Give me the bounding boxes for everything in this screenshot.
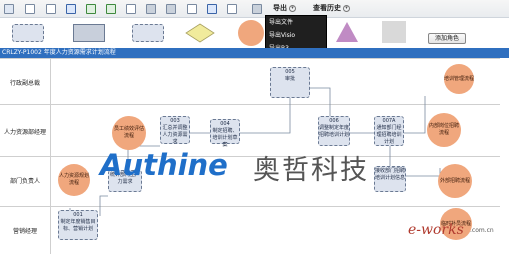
subprocess-staff-review[interactable]: 员工绩效评估流程 [112, 116, 146, 150]
copy-icon[interactable] [126, 4, 136, 14]
task-number: 005 [285, 69, 295, 75]
chevron-down-icon: ▾ [289, 4, 296, 12]
activity-shape[interactable] [132, 24, 164, 42]
eworks-watermark: e-works [408, 222, 464, 238]
import-icon[interactable] [106, 4, 116, 14]
subprocess-label: 内部岗位招聘流程 [428, 123, 459, 136]
page-icon[interactable] [227, 4, 237, 14]
task-004[interactable]: 004 制定招聘、培训计划草案 [210, 119, 240, 148]
task-label: 接收部门招聘培训计划信息 [375, 168, 406, 181]
export-menu[interactable]: 导出 ▾ [273, 3, 296, 13]
distribute-icon[interactable] [166, 4, 176, 14]
export-visio-item[interactable]: 导出Visio [266, 29, 326, 42]
subprocess-label: 外部招聘流程 [439, 177, 470, 184]
task-number: 004 [220, 121, 230, 127]
task-number: 003 [170, 118, 180, 124]
task-shape[interactable] [12, 24, 44, 42]
task-label: 制定年度销售目标、营销计划 [60, 219, 96, 232]
authine-watermark: Authine [100, 148, 228, 182]
task-005[interactable]: 005 审批 [270, 67, 310, 98]
authine-cn-watermark: 奥哲科技 [253, 155, 369, 186]
subprocess-shape[interactable] [238, 20, 264, 46]
process-title: CRLZY-P1002 年度人力资源需求计划流程 [0, 48, 509, 58]
preview-icon[interactable] [25, 4, 35, 14]
edit-icon[interactable] [66, 4, 76, 14]
task-label: 制定招聘、培训计划草案 [212, 128, 238, 148]
history-menu[interactable]: 查看历史 ▾ [313, 3, 350, 13]
subprocess-label: 人力资源规划流程 [58, 173, 89, 186]
task-number: 006 [329, 118, 339, 124]
task-003[interactable]: 003 汇总并调整人力资源需求 [160, 116, 190, 145]
subprocess-training-mgmt[interactable]: 培训管理流程 [444, 64, 474, 94]
export-file-item[interactable]: 导出文件 [266, 16, 326, 29]
add-role-button[interactable]: 添加角色 [428, 33, 466, 44]
subprocess-hr-plan[interactable]: 人力资源规划流程 [58, 164, 90, 196]
eworks-domain: .com.cn [470, 227, 494, 234]
triangle-shape[interactable] [335, 21, 359, 43]
gray-box-shape[interactable] [382, 21, 406, 43]
task-007a[interactable]: 007A 通知部门经理招聘培训计划 [374, 116, 404, 146]
subprocess-label: 培训管理流程 [444, 75, 475, 82]
toolbar: 导出 ▾ 查看历史 ▾ [0, 0, 509, 18]
task-008[interactable]: 接收部门招聘培训计划信息 [374, 166, 406, 192]
task-label: 审批 [284, 76, 295, 82]
layout-icon[interactable] [187, 4, 197, 14]
subprocess-internal-recruit[interactable]: 内部岗位招聘流程 [427, 113, 461, 147]
subprocess-label: 员工绩效评估流程 [113, 126, 144, 139]
task-number: 007A [382, 118, 396, 124]
add-icon[interactable] [86, 4, 96, 14]
task-label: 调整制定年度招聘培训计划 [319, 125, 350, 138]
decision-shape[interactable] [185, 23, 215, 43]
task-001[interactable]: 001 制定年度销售目标、营销计划 [58, 210, 98, 240]
align-icon[interactable] [146, 4, 156, 14]
task-006[interactable]: 006 调整制定年度招聘培训计划 [318, 116, 350, 146]
document-icon[interactable] [46, 4, 56, 14]
task-number: 001 [73, 212, 83, 218]
grid-icon[interactable] [207, 4, 217, 14]
process-shape[interactable] [73, 24, 105, 42]
chevron-down-icon: ▾ [343, 4, 350, 12]
settings-icon[interactable] [252, 4, 262, 14]
task-label: 汇总并调整人力资源需求 [162, 125, 188, 145]
history-menu-label: 查看历史 [313, 4, 341, 12]
task-label: 通知部门经理招聘培训计划 [376, 125, 402, 145]
save-icon[interactable] [4, 4, 14, 14]
subprocess-external-recruit[interactable]: 外部招聘流程 [438, 164, 472, 198]
export-menu-label: 导出 [273, 4, 287, 12]
